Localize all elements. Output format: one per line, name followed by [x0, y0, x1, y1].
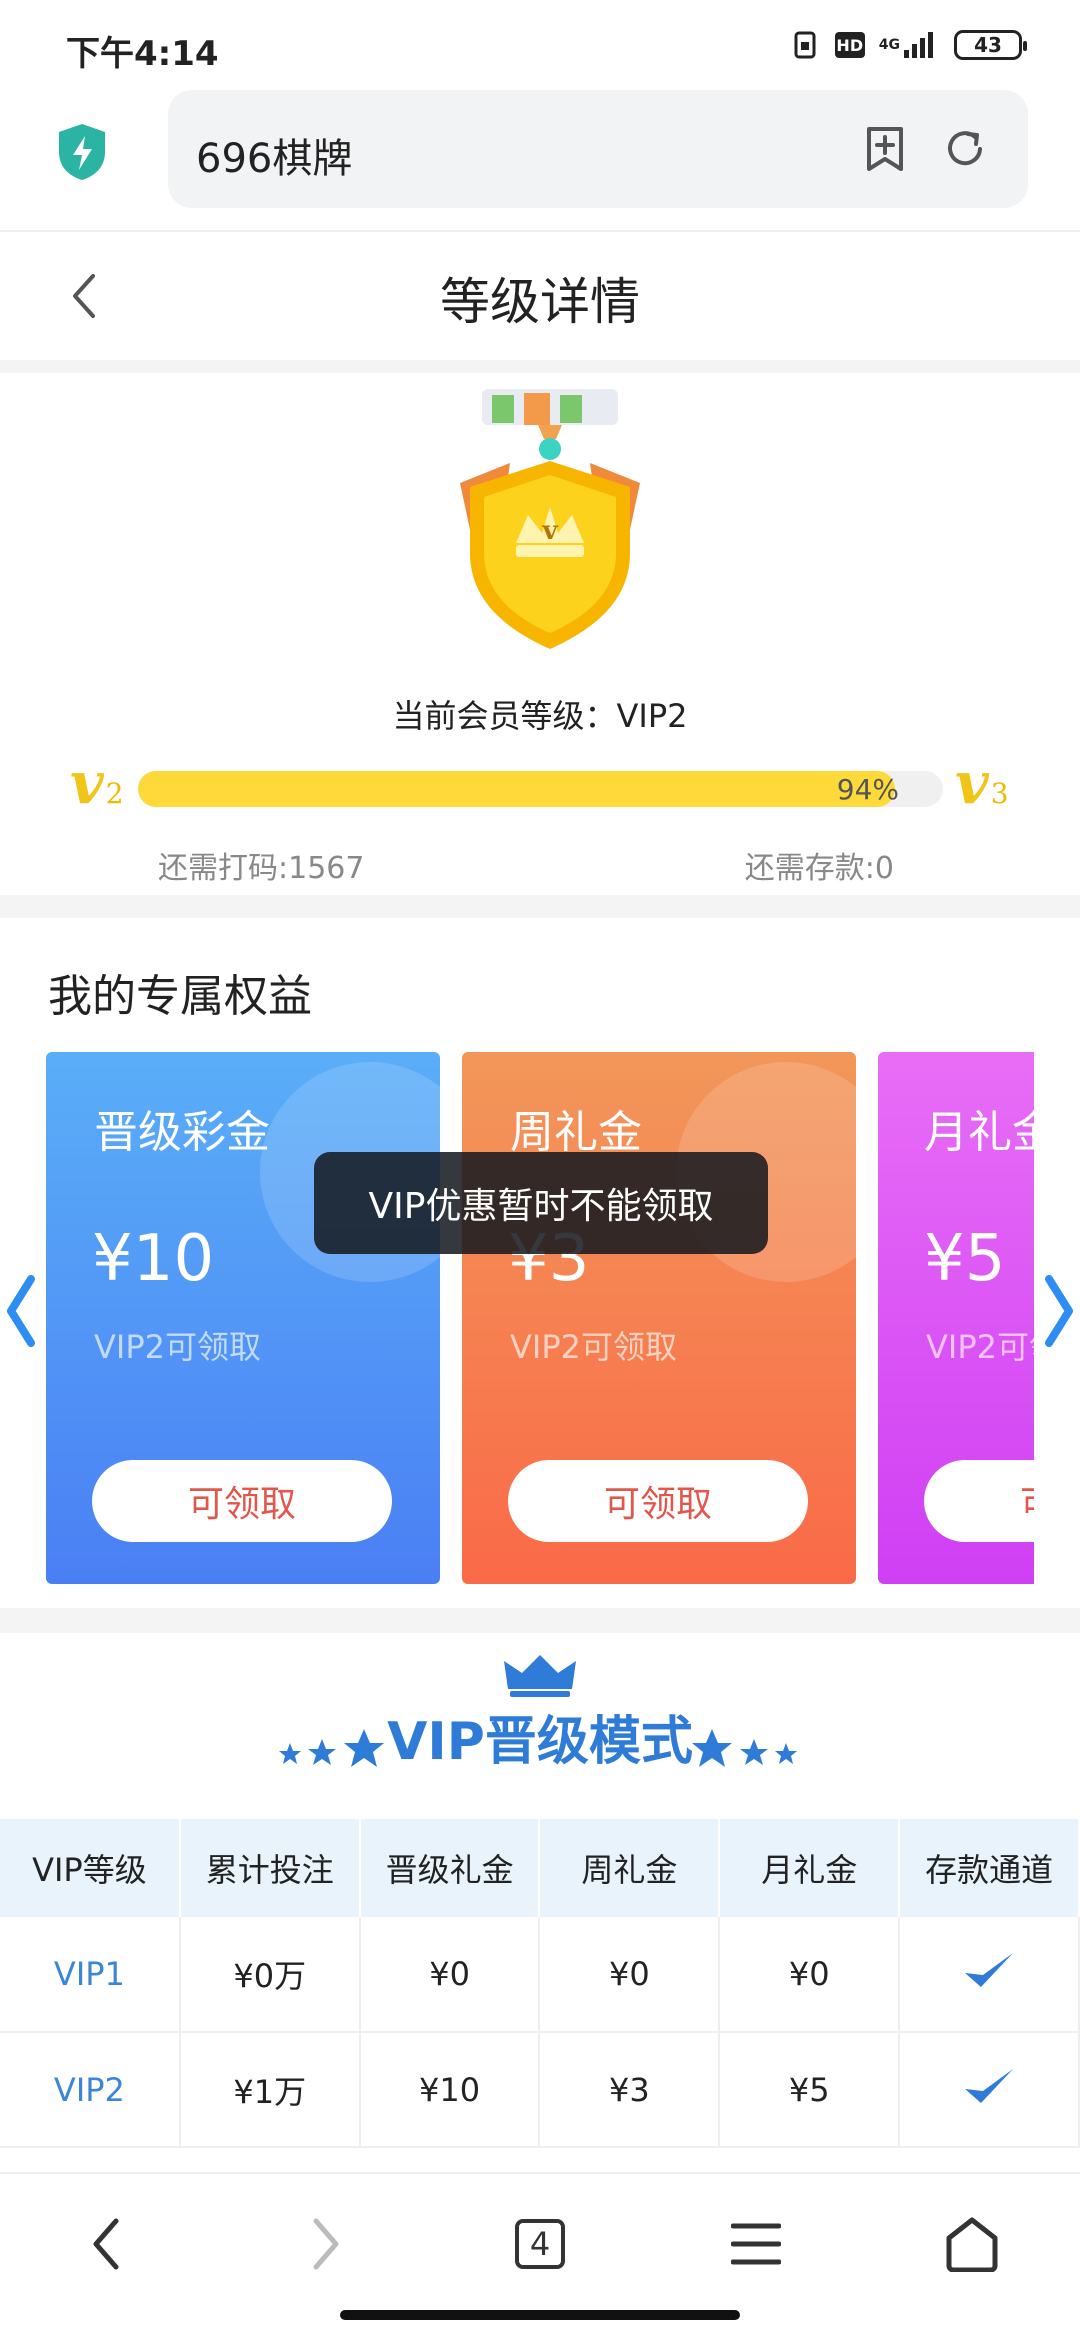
vip-to-badge: v3: [955, 749, 1009, 817]
table-cell: [899, 1917, 1080, 2033]
refresh-icon[interactable]: [940, 124, 990, 174]
card-amount: ¥5: [924, 1222, 1006, 1296]
table-cell: [899, 2032, 1080, 2148]
nav-forward-icon[interactable]: [286, 2204, 366, 2284]
toast-message: VIP优惠暂时不能领取: [314, 1152, 768, 1254]
vip-medal-icon: v: [420, 383, 680, 683]
table-cell: ¥0: [359, 1917, 541, 2033]
page-header: 等级详情: [0, 230, 1080, 360]
stars-right-icon: [688, 1725, 798, 1779]
check-icon: [961, 2068, 1017, 2117]
column-header: 累计投注: [179, 1819, 361, 1917]
check-icon: [961, 1953, 1017, 2001]
divider: [0, 360, 1080, 373]
home-icon[interactable]: [932, 2204, 1012, 2284]
nav-back-icon[interactable]: [66, 2204, 146, 2284]
card-subtitle: VIP2可领取: [94, 1328, 261, 1366]
benefits-section: 我的专属权益 晋级彩金 ¥10 VIP2可领取 可领取 周礼金 ¥3 VIP2可…: [0, 918, 1080, 1608]
carousel-prev-icon[interactable]: [0, 1266, 40, 1356]
benefit-card-monthly: 月礼金 ¥5 VIP2可领取 可领取: [878, 1052, 1034, 1584]
table-cell: ¥0万: [179, 1917, 361, 2033]
vip-mode-heading: VIP晋级模式: [387, 1712, 693, 1772]
benefit-cards-carousel[interactable]: 晋级彩金 ¥10 VIP2可领取 可领取 周礼金 ¥3 VIP2可领取 可领取 …: [46, 1052, 1034, 1584]
table-cell: ¥1万: [179, 2032, 361, 2148]
carousel-next-icon[interactable]: [1040, 1266, 1080, 1356]
status-time: 下午4:14: [66, 34, 219, 74]
card-title: 晋级彩金: [94, 1107, 270, 1158]
divider: [0, 895, 1080, 918]
table-cell: VIP1: [0, 1917, 181, 2033]
table-row: VIP1 ¥0万 ¥0 ¥0 ¥0: [0, 1917, 1080, 2033]
claim-button[interactable]: 可领取: [92, 1460, 392, 1542]
crown-icon: [502, 1651, 578, 1697]
screen-rotate-icon: [791, 30, 821, 60]
table-cell: ¥0: [719, 1917, 901, 2033]
need-deposit-text: 还需存款:0: [744, 851, 894, 886]
benefits-title: 我的专属权益: [48, 971, 312, 1022]
claim-button[interactable]: 可领取: [508, 1460, 808, 1542]
status-icons: HD 4G 43: [791, 30, 1027, 60]
vip-from-level: 2: [105, 777, 124, 810]
table-row: VIP2 ¥1万 ¥10 ¥3 ¥5: [0, 2032, 1080, 2148]
level-progress-fill: [138, 771, 895, 807]
card-title: 月礼金: [924, 1107, 1034, 1158]
home-indicator[interactable]: [340, 2310, 740, 2320]
card-subtitle: VIP2可领取: [510, 1328, 677, 1366]
vip-mode-section: VIP晋级模式 VIP等级 累计投注 晋级礼金 周礼金 月礼金 存款通道 VIP…: [0, 1633, 1080, 2175]
column-header: 周礼金: [539, 1819, 721, 1917]
tabs-button[interactable]: 4: [500, 2204, 580, 2284]
table-cell: ¥5: [719, 2032, 901, 2148]
column-header: 月礼金: [719, 1819, 901, 1917]
divider: [0, 1608, 1080, 1633]
table-cell: VIP2: [0, 2032, 181, 2148]
battery-icon: 43: [954, 30, 1027, 60]
column-header: VIP等级: [0, 1819, 181, 1917]
benefit-card-promotion: 晋级彩金 ¥10 VIP2可领取 可领取: [46, 1052, 440, 1584]
need-bet-text: 还需打码:1567: [158, 851, 365, 886]
claim-button[interactable]: 可领取: [924, 1460, 1034, 1542]
bookmark-add-icon[interactable]: [860, 124, 910, 174]
vip-level-table: VIP等级 累计投注 晋级礼金 周礼金 月礼金 存款通道 VIP1 ¥0万 ¥0…: [0, 1819, 1080, 2148]
table-cell: ¥10: [359, 2032, 541, 2148]
browser-bar: 696棋牌: [0, 90, 1080, 230]
tab-count: 4: [515, 2219, 565, 2269]
level-progress-bar: 94%: [138, 771, 943, 807]
level-section: v 当前会员等级：VIP2 v2 94% v3 还需打码:1567 还需存款:0: [0, 373, 1080, 895]
svg-text:v: v: [541, 516, 558, 546]
vip-to-level: 3: [990, 777, 1009, 810]
shield-icon[interactable]: [55, 122, 109, 182]
signal-icon: 4G: [879, 30, 940, 60]
card-amount: ¥10: [92, 1222, 215, 1296]
table-header-row: VIP等级 累计投注 晋级礼金 周礼金 月礼金 存款通道: [0, 1819, 1080, 1917]
progress-label: 94%: [836, 773, 899, 806]
column-header: 晋级礼金: [359, 1819, 541, 1917]
hd-icon: HD: [834, 32, 865, 58]
table-cell: ¥0: [539, 1917, 721, 2033]
page-title: 等级详情: [440, 273, 640, 331]
column-header: 存款通道: [899, 1819, 1080, 1917]
url-bar[interactable]: 696棋牌: [168, 90, 1028, 208]
benefit-card-weekly: 周礼金 ¥3 VIP2可领取 可领取: [462, 1052, 856, 1584]
network-type: 4G: [878, 37, 900, 53]
table-cell: ¥3: [539, 2032, 721, 2148]
url-text[interactable]: 696棋牌: [196, 126, 352, 184]
card-title: 周礼金: [510, 1107, 642, 1158]
vip-from-badge: v2: [70, 749, 124, 817]
menu-icon[interactable]: [716, 2204, 796, 2284]
current-level-text: 当前会员等级：VIP2: [392, 697, 688, 735]
status-bar: 下午4:14 HD 4G 43: [0, 0, 1080, 90]
card-subtitle: VIP2可领取: [926, 1328, 1034, 1366]
